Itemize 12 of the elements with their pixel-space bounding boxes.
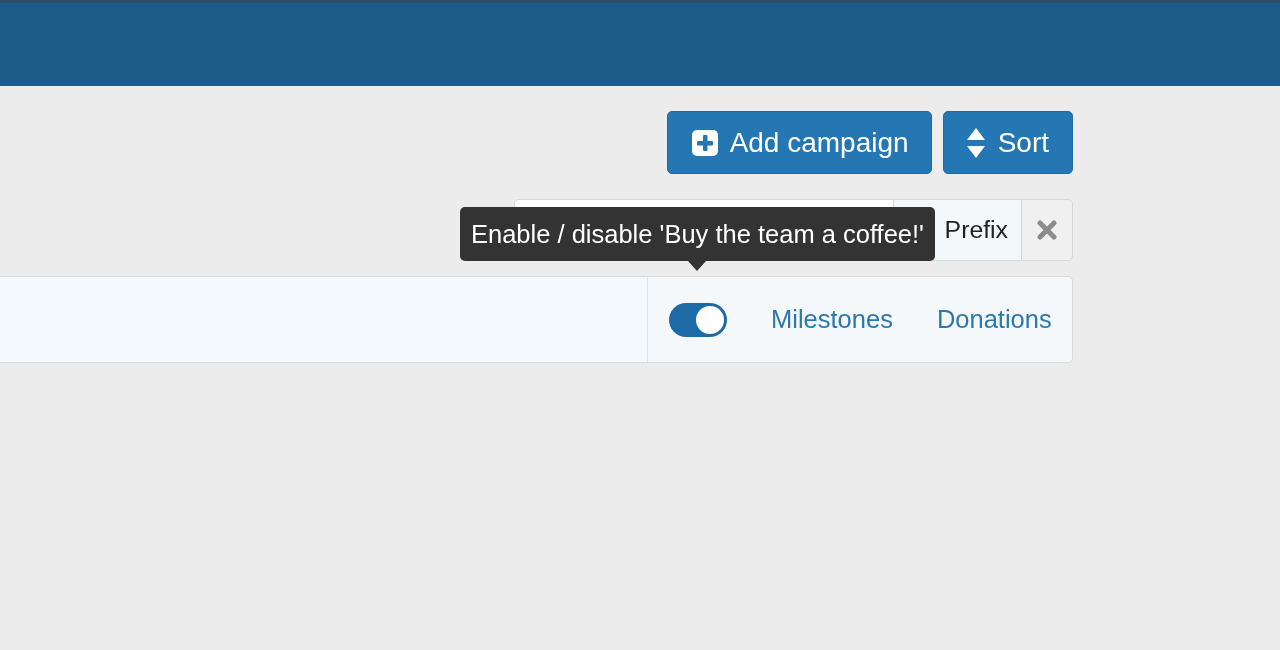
sort-button[interactable]: Sort [942,111,1073,174]
sort-icon [966,127,985,158]
tooltip: Enable / disable 'Buy the team a coffee!' [460,207,935,261]
toggle-switch[interactable] [669,302,727,337]
plus-square-icon [691,129,718,156]
add-campaign-button[interactable]: Add campaign [666,111,932,174]
clear-filter-button[interactable] [1021,199,1073,261]
tooltip-arrow-icon [688,261,707,271]
row-link[interactable]: Milestones [771,300,893,339]
prefix-label: Prefix [944,215,1008,246]
row-link[interactable]: Donations [936,300,1052,339]
close-icon [1037,220,1057,240]
